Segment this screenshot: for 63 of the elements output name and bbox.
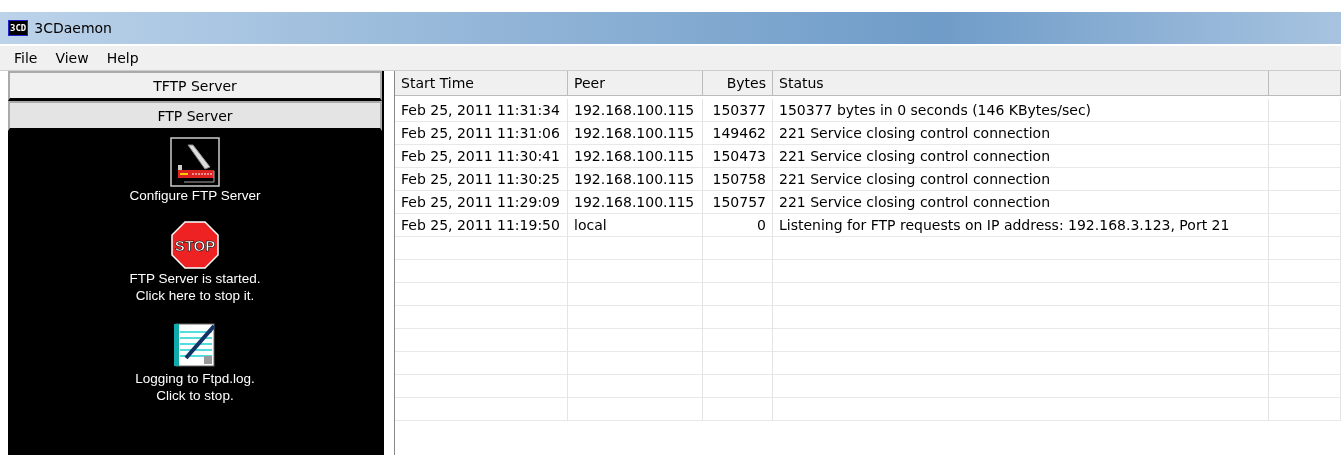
table-cell: 150757 <box>703 191 773 214</box>
table-cell: 150377 bytes in 0 seconds (146 KBytes/sec) <box>773 99 1269 122</box>
menu-item[interactable]: View <box>55 50 89 66</box>
empty-cell <box>1269 329 1341 352</box>
table-cell: Feb 25, 2011 11:30:41 <box>395 145 568 168</box>
table-cell: 192.168.100.115 <box>568 191 703 214</box>
empty-cell <box>1269 168 1341 191</box>
menu-item[interactable]: Help <box>106 50 139 66</box>
table-cell: Feb 25, 2011 11:30:25 <box>395 168 568 191</box>
app-icon: 3CD <box>8 20 29 36</box>
empty-cell <box>1269 375 1341 398</box>
window-title: 3CDaemon <box>34 20 112 36</box>
empty-cell <box>703 375 773 398</box>
action-label[interactable]: Click to stop. <box>156 387 234 404</box>
column-header[interactable]: Start Time <box>395 71 568 96</box>
empty-cell <box>1269 191 1341 214</box>
action-label[interactable]: FTP Server is started. <box>129 270 261 287</box>
table-cell: Feb 25, 2011 11:19:50 <box>395 214 568 237</box>
table-cell: 0 <box>703 214 773 237</box>
table-cell: Feb 25, 2011 11:29:09 <box>395 191 568 214</box>
empty-cell <box>703 352 773 375</box>
table-cell: 192.168.100.115 <box>568 99 703 122</box>
table-cell: 150758 <box>703 168 773 191</box>
empty-cell <box>1269 214 1341 237</box>
column-header[interactable]: Peer <box>568 71 703 96</box>
empty-cell <box>1269 352 1341 375</box>
sidebar-tab[interactable]: FTP Server <box>8 101 382 131</box>
table-cell: 221 Service closing control connection <box>773 191 1269 214</box>
table-cell: 192.168.100.115 <box>568 145 703 168</box>
action-label[interactable]: Configure FTP Server <box>129 187 261 204</box>
table-cell: Listening for FTP requests on IP address: 192.168.3.123, Port 21 <box>773 214 1269 237</box>
table-cell: 192.168.100.115 <box>568 168 703 191</box>
empty-cell <box>703 260 773 283</box>
empty-cell <box>703 398 773 421</box>
empty-cell <box>1269 122 1341 145</box>
action-label[interactable]: Click here to stop it. <box>135 287 255 304</box>
table-cell: 221 Service closing control connection <box>773 145 1269 168</box>
knife-icon[interactable] <box>170 137 220 187</box>
empty-cell <box>1269 145 1341 168</box>
column-header[interactable]: Bytes <box>703 71 773 96</box>
empty-cell <box>1269 260 1341 283</box>
table-cell: 150473 <box>703 145 773 168</box>
column-header[interactable]: Status <box>773 71 1269 96</box>
table-cell: 150377 <box>703 99 773 122</box>
table-cell: 221 Service closing control connection <box>773 122 1269 145</box>
table-cell: Feb 25, 2011 11:31:06 <box>395 122 568 145</box>
empty-cell <box>1269 237 1341 260</box>
empty-cell <box>703 329 773 352</box>
empty-cell <box>1269 398 1341 421</box>
empty-cell <box>703 306 773 329</box>
empty-cell <box>703 283 773 306</box>
menu-item[interactable]: File <box>14 50 38 66</box>
empty-cell <box>1269 306 1341 329</box>
table-cell: 221 Service closing control connection <box>773 168 1269 191</box>
table-cell: local <box>568 214 703 237</box>
empty-cell <box>1269 99 1341 122</box>
table-cell: 149462 <box>703 122 773 145</box>
action-label[interactable]: Logging to Ftpd.log. <box>135 370 255 387</box>
empty-cell <box>703 237 773 260</box>
empty-cell <box>1269 283 1341 306</box>
table-cell: 192.168.100.115 <box>568 122 703 145</box>
table-cell: Feb 25, 2011 11:31:34 <box>395 99 568 122</box>
sidebar-tab[interactable]: TFTP Server <box>8 71 382 101</box>
